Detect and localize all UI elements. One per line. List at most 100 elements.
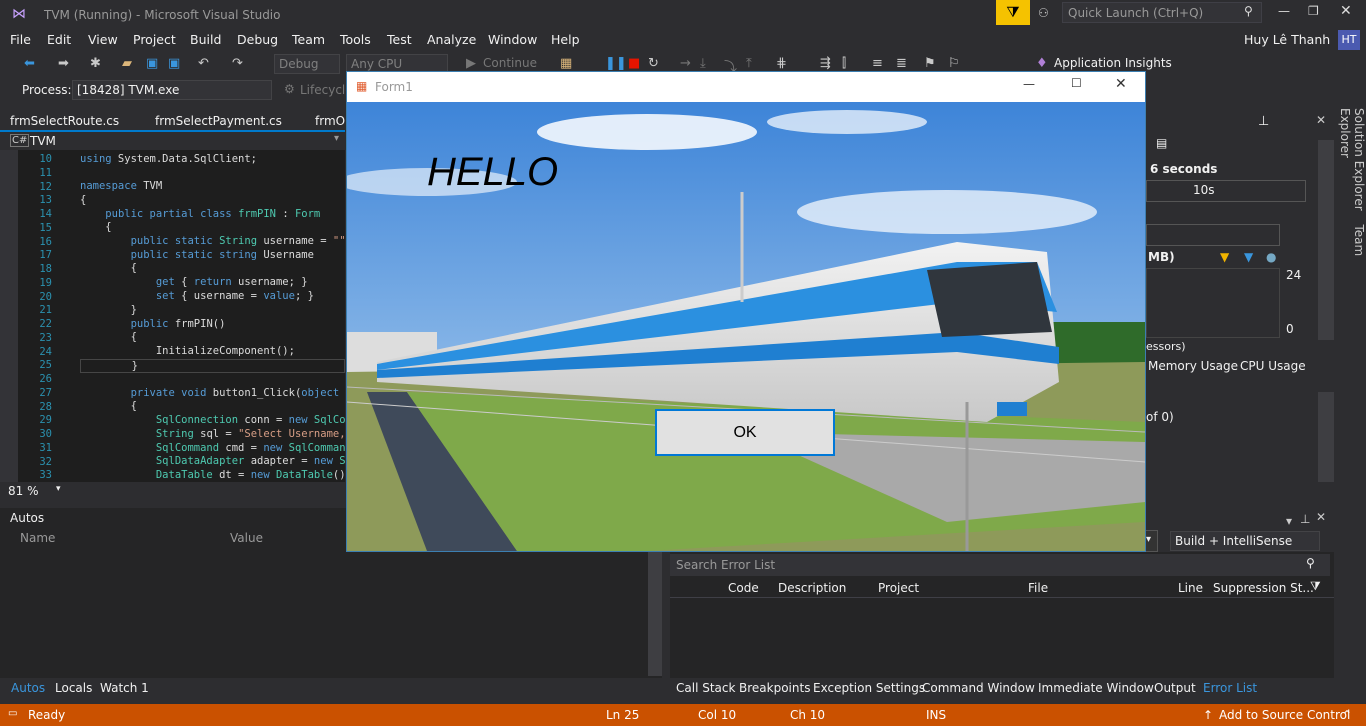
tab-frmselectpayment[interactable]: frmSelectPayment.cs bbox=[155, 114, 282, 128]
filter-icon[interactable]: ⧩ bbox=[996, 0, 1030, 25]
scrollbar[interactable] bbox=[648, 548, 662, 676]
build-filter-select[interactable]: Build + IntelliSense bbox=[1170, 531, 1320, 551]
feedback-icon[interactable]: ⚇ bbox=[1038, 6, 1049, 20]
tab-memory-usage[interactable]: Memory Usage bbox=[1148, 359, 1238, 373]
step-icon[interactable]: → bbox=[680, 56, 691, 71]
stop-icon[interactable]: ■ bbox=[628, 56, 640, 71]
tab-command-window[interactable]: Command Window bbox=[922, 681, 1035, 695]
save-icon[interactable]: ▣ bbox=[146, 56, 158, 71]
pin-icon[interactable]: ⊥ bbox=[1300, 512, 1310, 526]
bookmark-prev-icon[interactable]: ⚐ bbox=[948, 56, 960, 71]
close-icon[interactable]: ✕ bbox=[1316, 113, 1326, 127]
chevron-down-icon[interactable]: ▾ bbox=[56, 484, 61, 494]
redo-icon[interactable]: ↷ bbox=[232, 56, 243, 71]
col-line[interactable]: Line bbox=[1178, 581, 1203, 595]
pin-icon[interactable]: ⊥ bbox=[1258, 114, 1269, 129]
tab-exception-settings[interactable]: Exception Settings bbox=[813, 681, 925, 695]
process-select[interactable]: [18428] TVM.exe bbox=[72, 80, 272, 100]
save-all-icon[interactable]: ▣ bbox=[168, 56, 180, 71]
uncomment-icon[interactable]: ≣ bbox=[896, 56, 907, 71]
ok-button[interactable]: OK bbox=[655, 409, 835, 456]
menu-build[interactable]: Build bbox=[190, 32, 221, 47]
menu-view[interactable]: View bbox=[88, 32, 118, 47]
close-icon[interactable]: ✕ bbox=[1316, 510, 1326, 524]
config-select[interactable]: Debug bbox=[274, 54, 340, 74]
tab-watch1[interactable]: Watch 1 bbox=[100, 681, 149, 695]
close-button[interactable]: ✕ bbox=[1340, 3, 1352, 19]
close-button[interactable]: ✕ bbox=[1115, 76, 1127, 92]
menu-window[interactable]: Window bbox=[488, 32, 537, 47]
forward-icon[interactable]: ➡ bbox=[58, 56, 69, 71]
menu-debug[interactable]: Debug bbox=[237, 32, 278, 47]
search-icon[interactable]: ⚲ bbox=[1306, 556, 1315, 570]
step-into-icon[interactable]: ⤓ bbox=[700, 56, 706, 71]
tab-error-list[interactable]: Error List bbox=[1203, 681, 1257, 695]
menu-analyze[interactable]: Analyze bbox=[427, 32, 476, 47]
bookmark-icon[interactable]: ⚑ bbox=[924, 56, 936, 71]
attach-icon[interactable]: ▦ bbox=[560, 56, 572, 71]
step-out-icon[interactable]: ⤒ bbox=[746, 56, 752, 71]
continue-icon[interactable]: ▶ bbox=[466, 56, 476, 71]
col-description[interactable]: Description bbox=[778, 581, 846, 595]
app-insights-button[interactable]: Application Insights bbox=[1054, 56, 1172, 70]
minimize-button[interactable]: — bbox=[1023, 77, 1035, 91]
minimize-button[interactable]: — bbox=[1278, 4, 1290, 18]
comment-icon[interactable]: ≡ bbox=[872, 56, 883, 71]
code-line: SqlConnection conn = new SqlConnec bbox=[155, 414, 371, 426]
add-to-source-control[interactable]: Add to Source Control bbox=[1219, 708, 1350, 722]
maximize-button[interactable]: ❐ bbox=[1308, 4, 1319, 18]
tab-frmselectroute[interactable]: frmSelectRoute.cs bbox=[10, 114, 119, 128]
quick-launch-input[interactable]: Quick Launch (Ctrl+Q) bbox=[1062, 2, 1262, 23]
pause-icon[interactable]: ❚❚ bbox=[605, 56, 627, 71]
panel-menu-icon[interactable]: ▾ bbox=[1286, 514, 1292, 528]
menu-edit[interactable]: Edit bbox=[47, 32, 71, 47]
menu-team[interactable]: Team bbox=[292, 32, 325, 47]
continue-button[interactable]: Continue bbox=[483, 56, 537, 70]
breakpoint-margin[interactable] bbox=[0, 150, 18, 482]
error-search-input[interactable]: Search Error List ⚲ bbox=[670, 554, 1330, 576]
menu-tools[interactable]: Tools bbox=[340, 32, 371, 47]
zoom-level[interactable]: 81 % bbox=[8, 484, 39, 498]
app-insights-icon[interactable]: ♦ bbox=[1036, 56, 1048, 71]
lifecycle-icon[interactable]: ⚙ bbox=[284, 82, 295, 96]
col-value[interactable]: Value bbox=[230, 531, 263, 545]
menu-project[interactable]: Project bbox=[133, 32, 176, 47]
tab-output[interactable]: Output bbox=[1154, 681, 1196, 695]
scrollbar[interactable] bbox=[1318, 140, 1334, 340]
threads-icon[interactable]: ⇶ bbox=[820, 56, 831, 71]
search-icon[interactable]: ⚲ bbox=[1244, 4, 1253, 18]
menu-test[interactable]: Test bbox=[387, 32, 412, 47]
user-name[interactable]: Huy Lê Thanh bbox=[1244, 32, 1330, 47]
project-nav[interactable]: C# TVM ▾ bbox=[4, 133, 344, 150]
tab-locals[interactable]: Locals bbox=[55, 681, 92, 695]
lifecycle-label[interactable]: Lifecycle bbox=[300, 83, 353, 97]
tab-call-stack[interactable]: Call Stack bbox=[676, 681, 735, 695]
maximize-button[interactable]: ☐ bbox=[1071, 76, 1082, 90]
stack-icon[interactable]: ⫿ bbox=[842, 56, 846, 71]
menu-help[interactable]: Help bbox=[551, 32, 580, 47]
menu-file[interactable]: File bbox=[10, 32, 31, 47]
tab-immediate-window[interactable]: Immediate Window bbox=[1038, 681, 1154, 695]
undo-icon[interactable]: ↶ bbox=[198, 56, 209, 71]
scrollbar[interactable] bbox=[1318, 392, 1334, 482]
new-project-icon[interactable]: ✱ bbox=[90, 56, 101, 71]
col-file[interactable]: File bbox=[1028, 581, 1048, 595]
col-suppression[interactable]: Suppression St... bbox=[1213, 581, 1314, 595]
tab-breakpoints[interactable]: Breakpoints bbox=[739, 681, 810, 695]
tab-cpu-usage[interactable]: CPU Usage bbox=[1240, 359, 1306, 373]
col-code[interactable]: Code bbox=[728, 581, 759, 595]
user-avatar[interactable]: HT bbox=[1338, 30, 1360, 50]
open-folder-icon[interactable]: ▰ bbox=[122, 56, 132, 71]
chevron-down-icon[interactable]: ▾ bbox=[334, 133, 339, 144]
code-editor[interactable]: 10 11 12 13 14 15 16 17 18 19 20 21 22 23 24 25 26 27 28 29… bbox=[0, 150, 371, 482]
restart-icon[interactable]: ↻ bbox=[648, 56, 659, 71]
col-name[interactable]: Name bbox=[20, 531, 55, 545]
tab-solution-explorer[interactable]: Solution Explorer bbox=[1352, 108, 1366, 221]
col-project[interactable]: Project bbox=[878, 581, 919, 595]
filter-icon[interactable]: ⧩ bbox=[1310, 579, 1321, 594]
hex-icon[interactable]: ⋕ bbox=[776, 56, 787, 71]
back-icon[interactable]: ⬅ bbox=[24, 56, 35, 71]
chevron-up-icon[interactable]: ⌃ bbox=[1342, 708, 1352, 722]
timeline-ruler[interactable]: 10s bbox=[1146, 180, 1306, 202]
tab-autos[interactable]: Autos bbox=[11, 681, 45, 695]
